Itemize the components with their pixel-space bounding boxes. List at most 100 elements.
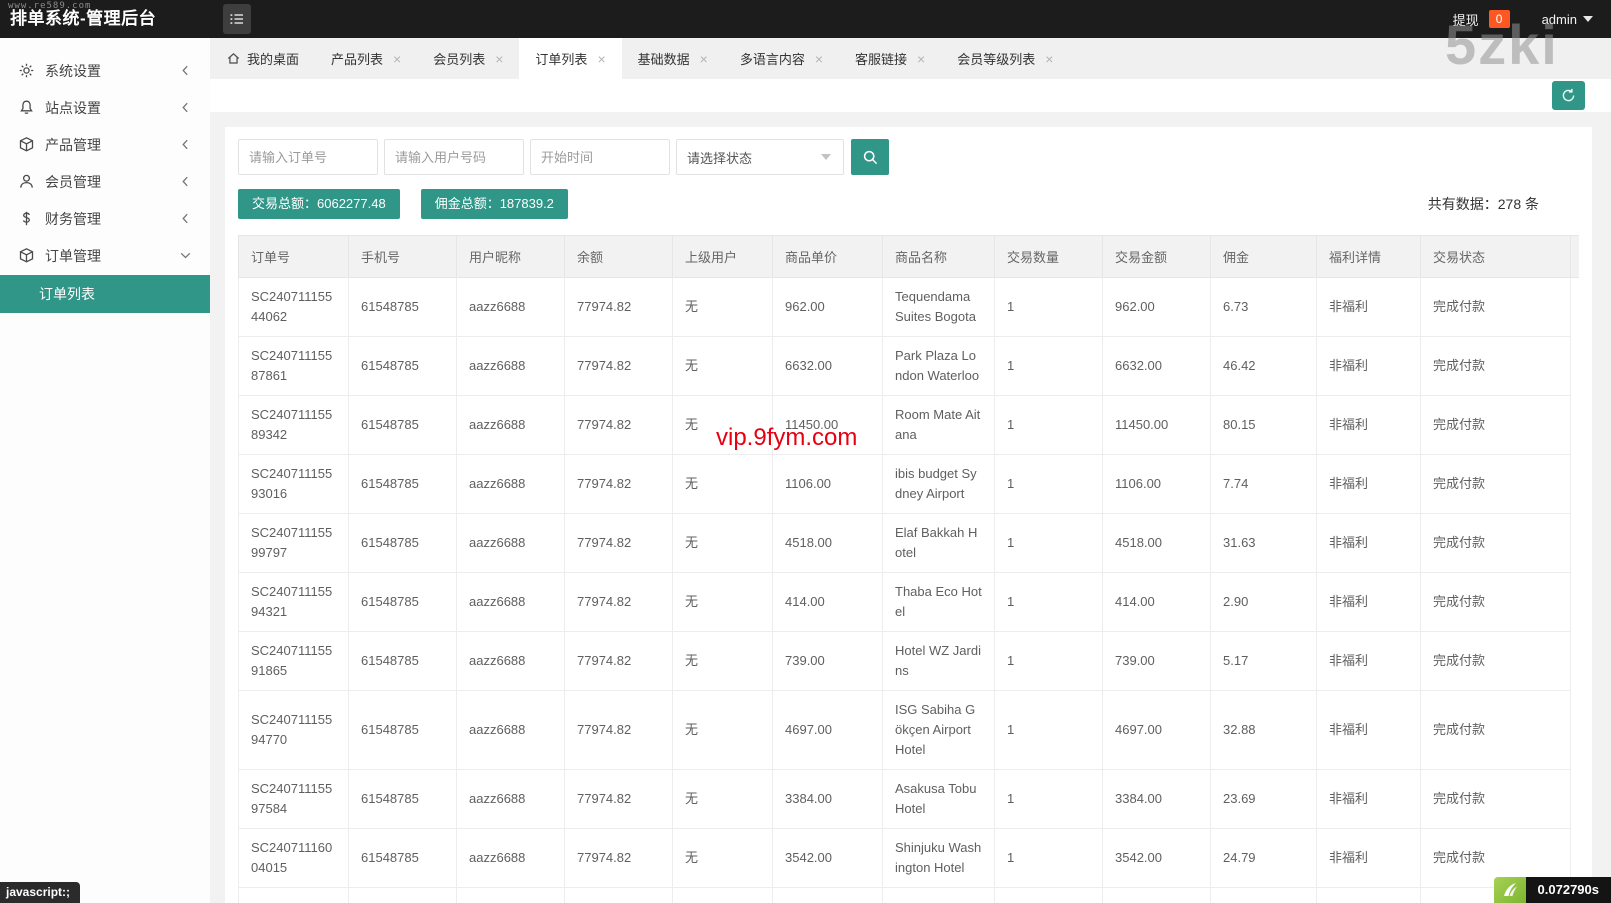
table-cell: 完成付款 bbox=[1420, 395, 1571, 455]
tab-label: 会员等级列表 bbox=[957, 52, 1036, 67]
trace-bar: 0.072790s bbox=[1493, 877, 1611, 903]
tab-label: 订单列表 bbox=[535, 52, 588, 67]
sidebar-item[interactable]: 订单管理 bbox=[0, 237, 210, 274]
table-cell bbox=[238, 887, 349, 903]
table-cell: 非福利 bbox=[1316, 454, 1421, 514]
start-time-input[interactable] bbox=[530, 139, 670, 175]
tab[interactable]: 产品列表 × bbox=[315, 38, 417, 79]
table-cell: 无 bbox=[672, 690, 773, 770]
table-cell: 1106.00 bbox=[1102, 454, 1211, 514]
table-cell: 1 bbox=[994, 336, 1103, 396]
close-icon[interactable]: × bbox=[700, 52, 708, 66]
table-cell: 24.79 bbox=[1210, 828, 1317, 888]
table-cell: aazz6688 bbox=[456, 513, 565, 573]
table-cell: 11450.00 bbox=[772, 395, 883, 455]
hamburger-menu-button[interactable] bbox=[223, 4, 251, 34]
tab-bar: 我的桌面 产品列表 × 会员列表 × 订单列表 × 基础数据 × 多语言内容 × 客服链接 × 会员等级列… bbox=[210, 38, 1611, 79]
refresh-button[interactable] bbox=[1552, 81, 1585, 110]
sidebar-item[interactable]: 会员管理 bbox=[0, 163, 210, 200]
tab[interactable]: 多语言内容 × bbox=[724, 38, 839, 79]
table-cell: 1 bbox=[994, 395, 1103, 455]
thinkphp-trace-icon[interactable] bbox=[1493, 877, 1526, 903]
tab[interactable]: 客服链接 × bbox=[839, 38, 941, 79]
table-cell: 61548785 bbox=[348, 690, 457, 770]
sidebar-item[interactable]: 产品管理 bbox=[0, 126, 210, 163]
tab[interactable]: 会员列表 × bbox=[417, 38, 519, 79]
search-button[interactable] bbox=[851, 139, 889, 175]
column-header: 余额 bbox=[564, 235, 673, 278]
status-select-value: 请选择状态 bbox=[687, 150, 753, 166]
table-cell: 77974.82 bbox=[564, 828, 673, 888]
table-cell: 414.00 bbox=[1102, 572, 1211, 632]
table-row: SC24071115593016 61548785 aazz6688 77974.82… bbox=[238, 454, 1580, 514]
order-no-input[interactable] bbox=[238, 139, 378, 175]
close-icon[interactable]: × bbox=[1045, 52, 1053, 66]
table-cell bbox=[1210, 887, 1317, 903]
table-cell: 77974.82 bbox=[564, 690, 673, 770]
close-icon[interactable]: × bbox=[393, 52, 401, 66]
table-cell: SC24071115599797 bbox=[238, 513, 349, 573]
table-cell: 无 bbox=[672, 572, 773, 632]
tab[interactable]: 会员等级列表 × bbox=[941, 38, 1069, 79]
table-cell: 无 bbox=[672, 277, 773, 337]
close-icon[interactable]: × bbox=[597, 52, 605, 66]
total-count-label: 共有数据：278 条 bbox=[1427, 196, 1539, 212]
chevron-left-icon bbox=[177, 136, 194, 153]
table-cell-stub bbox=[1571, 396, 1580, 455]
table-cell: 61548785 bbox=[348, 769, 457, 829]
table-cell: aazz6688 bbox=[456, 395, 565, 455]
tab-label: 客服链接 bbox=[855, 52, 908, 67]
sidebar-item[interactable]: 财务管理 bbox=[0, 200, 210, 237]
table-cell bbox=[348, 887, 457, 903]
tab[interactable]: 订单列表 × bbox=[519, 38, 622, 79]
bell-icon bbox=[18, 99, 35, 116]
table-cell-stub bbox=[1571, 770, 1580, 829]
order-table-body: SC24071115544062 61548785 aazz6688 77974.82… bbox=[238, 277, 1580, 903]
table-cell: 11450.00 bbox=[1102, 395, 1211, 455]
table-cell: 无 bbox=[672, 631, 773, 691]
withdraw-link[interactable]: 提现 bbox=[1453, 10, 1479, 29]
table-cell: aazz6688 bbox=[456, 336, 565, 396]
table-row: SC24071115594770 61548785 aazz6688 77974.82… bbox=[238, 690, 1580, 770]
sidebar-item[interactable]: 系统设置 bbox=[0, 52, 210, 89]
table-cell: 完成付款 bbox=[1420, 769, 1571, 829]
table-cell: 962.00 bbox=[1102, 277, 1211, 337]
table-cell: 完成付款 bbox=[1420, 454, 1571, 514]
table-cell: SC24071115597584 bbox=[238, 769, 349, 829]
table-cell: 无 bbox=[672, 336, 773, 396]
user-no-input[interactable] bbox=[384, 139, 524, 175]
watermark-top-left: www.re589.com bbox=[8, 1, 92, 11]
table-cell: 77974.82 bbox=[564, 395, 673, 455]
sidebar-subitem-order-list[interactable]: 订单列表 bbox=[0, 275, 210, 313]
sidebar-item[interactable]: 站点设置 bbox=[0, 89, 210, 126]
order-table: 订单号 手机号 用户昵称 余额 上级用户 商品单价 商品名称 交易数量 交易金额 佣金 福利详情 交易… bbox=[238, 235, 1579, 903]
table-cell: 1106.00 bbox=[772, 454, 883, 514]
column-header: 商品单价 bbox=[772, 235, 883, 278]
table-cell-stub bbox=[1571, 337, 1580, 396]
table-cell: 77974.82 bbox=[564, 454, 673, 514]
close-icon[interactable]: × bbox=[917, 52, 925, 66]
withdraw-count-badge: 0 bbox=[1488, 10, 1510, 28]
chevron-left-icon bbox=[177, 210, 194, 227]
user-menu[interactable]: admin bbox=[1542, 12, 1593, 27]
tab[interactable]: 我的桌面 bbox=[210, 38, 315, 79]
table-cell bbox=[1102, 887, 1211, 903]
sidebar-item-label: 订单管理 bbox=[45, 247, 101, 264]
table-cell: 4518.00 bbox=[1102, 513, 1211, 573]
table-cell: 4697.00 bbox=[772, 690, 883, 770]
table-cell: SC24071115587861 bbox=[238, 336, 349, 396]
table-cell: 无 bbox=[672, 454, 773, 514]
table-cell: 1 bbox=[994, 690, 1103, 770]
chevron-left-icon bbox=[177, 99, 194, 116]
status-select[interactable]: 请选择状态 bbox=[676, 139, 844, 175]
table-cell: 完成付款 bbox=[1420, 513, 1571, 573]
tab[interactable]: 基础数据 × bbox=[622, 38, 724, 79]
close-icon[interactable]: × bbox=[815, 52, 823, 66]
table-row: SC24071115587861 61548785 aazz6688 77974.82… bbox=[238, 336, 1580, 396]
close-icon[interactable]: × bbox=[495, 52, 503, 66]
table-cell: 3542.00 bbox=[772, 828, 883, 888]
table-cell: Park Plaza London Waterloo bbox=[882, 336, 995, 396]
table-cell bbox=[672, 887, 773, 903]
table-cell: SC24071115589342 bbox=[238, 395, 349, 455]
table-cell bbox=[456, 887, 565, 903]
